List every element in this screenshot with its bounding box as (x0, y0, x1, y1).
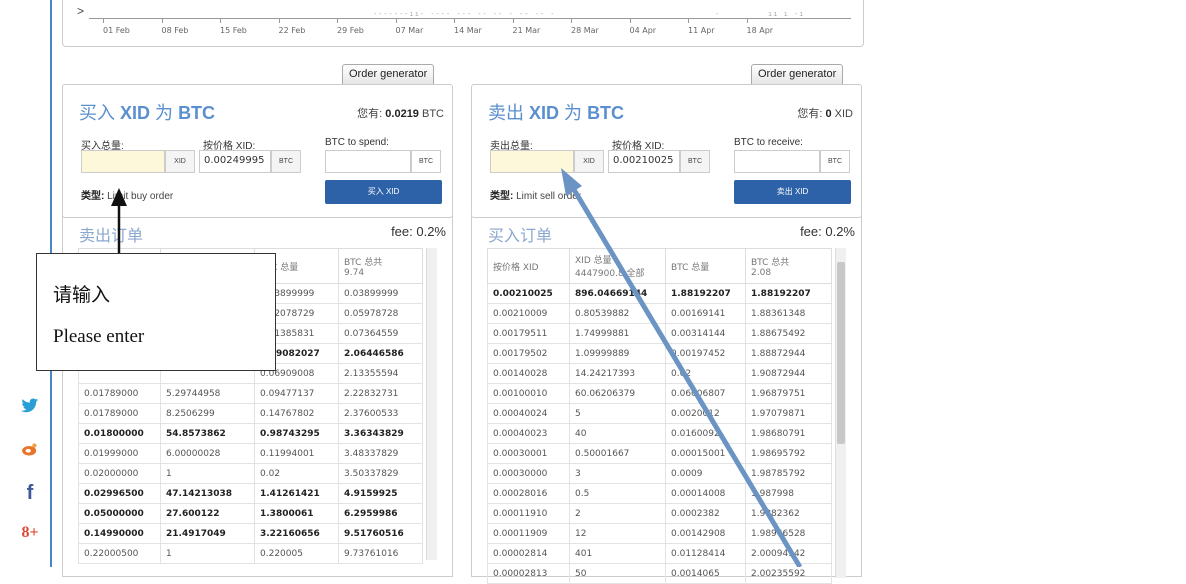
annotation-arrow-black (111, 188, 127, 253)
annotation-arrow-blue (561, 168, 803, 567)
annotation-arrows (111, 168, 803, 567)
